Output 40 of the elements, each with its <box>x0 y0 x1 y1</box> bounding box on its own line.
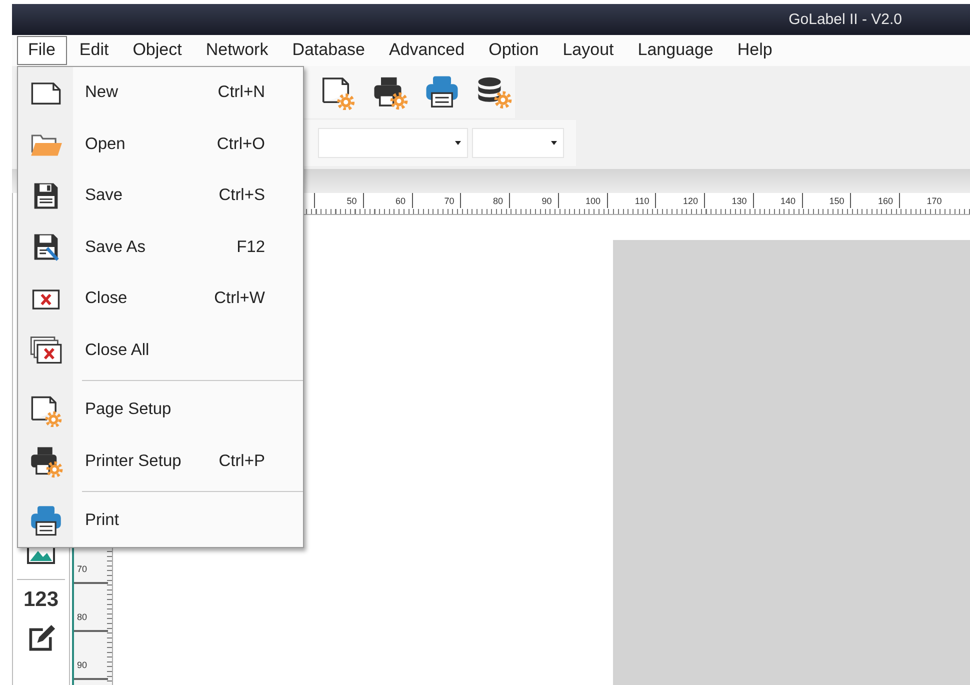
menu-item[interactable]: Printer Setup Ctrl+P <box>18 436 303 487</box>
ruler-label: 120 <box>682 196 698 206</box>
ruler-label: 70 <box>77 564 88 574</box>
printer-gear-icon <box>28 444 62 478</box>
ruler-label: 80 <box>77 612 88 622</box>
ruler-label: 170 <box>926 196 942 206</box>
menu-bar-item[interactable]: Network <box>194 36 280 65</box>
menu-bar-item[interactable]: Advanced <box>378 36 477 65</box>
menu-bar-item[interactable]: File <box>17 36 68 65</box>
ruler-label: 110 <box>634 196 650 206</box>
menu-item[interactable]: Close Ctrl+W <box>18 273 303 324</box>
number-tool[interactable]: 123 <box>23 588 59 612</box>
ruler-label: 50 <box>346 196 357 206</box>
menu-bar-item[interactable]: Help <box>726 36 784 65</box>
menu-bar-item[interactable]: Option <box>478 36 551 65</box>
menu-item[interactable]: New Ctrl+N <box>18 67 303 118</box>
ruler-label: 140 <box>780 196 796 206</box>
ruler-label: 130 <box>732 196 747 206</box>
printer-icon[interactable] <box>424 74 460 110</box>
menu-bar-item[interactable]: Object <box>122 36 194 65</box>
ruler-label: 160 <box>878 196 893 206</box>
menu-item[interactable]: Page Setup <box>18 384 303 436</box>
ruler-label: 150 <box>829 196 844 206</box>
menu-item[interactable]: Open Ctrl+O <box>18 118 303 170</box>
printer-icon <box>28 504 62 538</box>
ruler-label: 90 <box>542 196 552 206</box>
window-title: GoLabel II - V2.0 <box>788 11 902 28</box>
ruler-label: 80 <box>492 196 503 206</box>
menu-item[interactable]: Print <box>18 495 303 546</box>
ruler-label: 90 <box>77 660 88 670</box>
menu-bar-item[interactable]: Layout <box>552 36 626 65</box>
ruler-label: 100 <box>585 196 600 206</box>
ruler-label: 60 <box>395 196 406 206</box>
menu-item[interactable]: Save Ctrl+S <box>18 170 303 222</box>
menu-item[interactable]: Save As F12 <box>18 222 303 273</box>
menu-bar-item[interactable]: Database <box>281 36 377 65</box>
menu-item[interactable]: Close All <box>18 324 303 376</box>
menu-bar-item[interactable]: Language <box>626 36 726 65</box>
ruler-label: 70 <box>444 196 454 206</box>
menu-bar-item[interactable]: Edit <box>68 36 121 65</box>
